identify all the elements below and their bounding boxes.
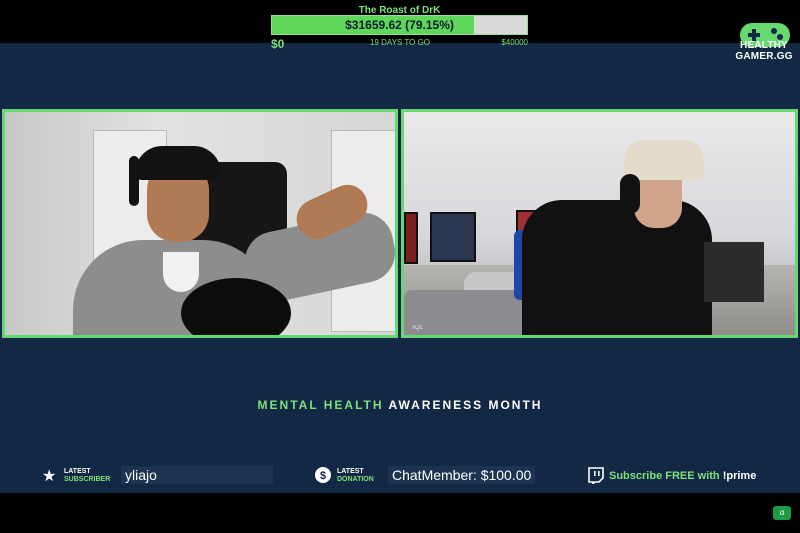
donation-label: LATEST DONATION xyxy=(337,468,374,484)
letterbox-bottom xyxy=(0,493,800,533)
latest-donation-value: ChatMember: $100.00 xyxy=(388,466,536,484)
logo-wordmark: HEALTHY GAMER.GG xyxy=(734,40,794,62)
subscriber-label-bottom: SUBSCRIBER xyxy=(64,476,111,483)
goal-progress-bar: $31659.62 (79.15%) xyxy=(271,15,528,35)
prime-subscribe-text[interactable]: Subscribe FREE with !prime xyxy=(609,470,756,482)
stream-player[interactable]: The Roast of DrK $31659.62 (79.15%) $0 1… xyxy=(0,0,800,533)
person-hoodie xyxy=(522,200,712,335)
webcam-right: xQc xyxy=(401,109,798,338)
svg-text:$: $ xyxy=(320,470,326,482)
latest-subscriber-value: yliajo xyxy=(121,466,273,484)
headphone-cup xyxy=(620,174,640,214)
donation-label-top: LATEST xyxy=(337,468,364,475)
goal-amount: $31659.62 (79.15%) xyxy=(345,18,454,32)
webcam-left xyxy=(2,109,398,338)
person-hair xyxy=(624,140,704,180)
headphone-cup xyxy=(129,156,139,206)
donation-label-bottom: DONATION xyxy=(337,476,374,483)
goal-min-label: $0 xyxy=(271,37,285,51)
prime-text-green: Subscribe FREE with xyxy=(609,470,723,482)
person-hair xyxy=(135,146,221,180)
twitch-icon xyxy=(588,467,604,484)
logo-line-2: GAMER.GG xyxy=(735,51,793,62)
channel-watermark-icon[interactable]: α xyxy=(773,506,791,520)
cam-tag: xQc xyxy=(412,325,423,331)
person-undershirt xyxy=(163,252,199,292)
logo-line-1: HEALTHY xyxy=(740,40,788,51)
subscriber-label: LATEST SUBSCRIBER xyxy=(64,468,110,484)
prime-text-white: !prime xyxy=(722,470,757,482)
poster xyxy=(404,212,418,264)
subscriber-label-top: LATEST xyxy=(64,468,91,475)
event-ticker: ★ LATEST SUBSCRIBER yliajo $ LATEST DONA… xyxy=(0,410,800,485)
poster xyxy=(430,212,476,262)
desk-item xyxy=(704,242,764,302)
goal-max-label: $40000 xyxy=(501,38,528,47)
dollar-icon: $ xyxy=(315,467,331,483)
star-icon: ★ xyxy=(42,468,57,485)
goal-days-remaining: 19 DAYS TO GO xyxy=(369,38,431,47)
